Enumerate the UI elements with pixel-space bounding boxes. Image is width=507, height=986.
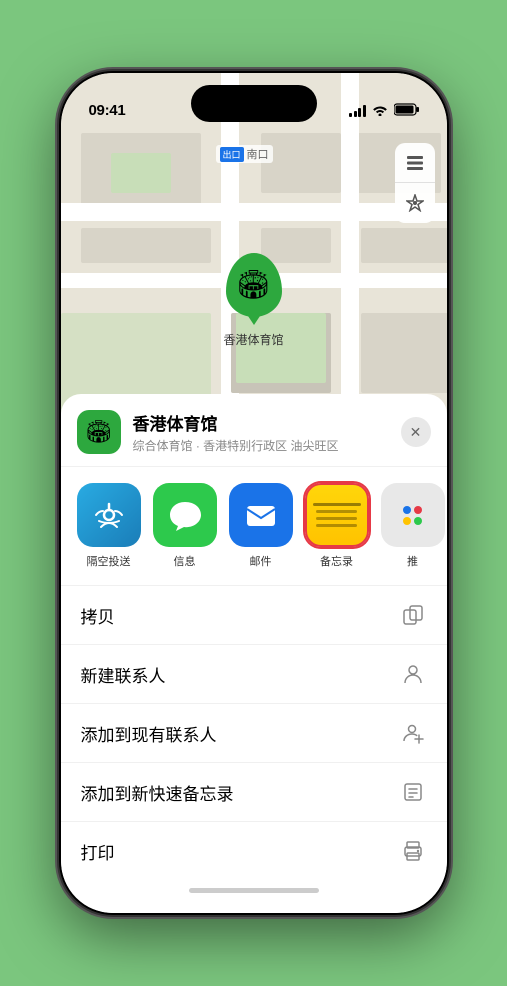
note-icon [399,778,427,806]
share-item-more[interactable]: 推 [381,483,445,569]
more-dots [403,506,422,525]
bottom-sheet: 🏟 香港体育馆 综合体育馆 · 香港特别行政区 油尖旺区 ✕ [61,394,447,913]
signal-icon [349,105,366,117]
action-new-contact[interactable]: 新建联系人 [61,645,447,704]
close-button[interactable]: ✕ [401,417,431,447]
screen: 09:41 [61,73,447,913]
phone-frame: 09:41 [59,71,449,915]
action-new-contact-label: 新建联系人 [81,662,166,687]
action-copy[interactable]: 拷贝 [61,586,447,645]
venue-stadium-icon: 🏟 [85,419,113,445]
home-indicator-area [61,880,447,913]
map-layer-button[interactable] [395,143,435,183]
person-add-icon [399,719,427,747]
airdrop-icon[interactable] [77,483,141,547]
map-controls[interactable] [395,143,435,223]
action-copy-label: 拷贝 [81,603,115,628]
map-location-button[interactable] [395,183,435,223]
airdrop-label: 隔空投送 [87,553,131,569]
dynamic-island [191,85,317,122]
print-icon [399,837,427,865]
venue-pin: 🏟 香港体育馆 [223,253,283,348]
messages-icon[interactable] [153,483,217,547]
pin-stadium-icon: 🏟 [236,271,272,299]
action-print-label: 打印 [81,839,115,864]
venue-header: 🏟 香港体育馆 综合体育馆 · 香港特别行政区 油尖旺区 ✕ [61,394,447,467]
share-row: 隔空投送 信息 [61,467,447,586]
venue-name: 香港体育馆 [133,410,401,435]
notes-label: 备忘录 [320,553,353,569]
more-icon[interactable] [381,483,445,547]
pin-label: 香港体育馆 [223,331,283,348]
map-north-gate-label: 出口 南口 [216,145,273,163]
share-item-mail[interactable]: 邮件 [229,483,293,569]
venue-icon: 🏟 [77,410,121,454]
mail-icon[interactable] [229,483,293,547]
copy-icon [399,601,427,629]
pin-icon: 🏟 [225,253,281,317]
home-indicator [189,888,319,893]
action-add-quick-note-label: 添加到新快速备忘录 [81,780,234,805]
person-icon [399,660,427,688]
venue-subtitle: 综合体育馆 · 香港特别行政区 油尖旺区 [133,437,401,454]
wifi-icon [372,103,388,119]
share-item-airdrop[interactable]: 隔空投送 [77,483,141,569]
battery-icon [394,103,419,119]
share-item-notes[interactable]: 备忘录 [305,483,369,569]
share-item-messages[interactable]: 信息 [153,483,217,569]
messages-label: 信息 [174,553,196,569]
status-time: 09:41 [89,102,126,119]
venue-info: 香港体育馆 综合体育馆 · 香港特别行政区 油尖旺区 [133,410,401,454]
action-add-existing-label: 添加到现有联系人 [81,721,217,746]
mail-label: 邮件 [250,553,272,569]
status-icons [349,103,419,119]
action-add-existing[interactable]: 添加到现有联系人 [61,704,447,763]
notes-icon[interactable] [305,483,369,547]
action-print[interactable]: 打印 [61,822,447,880]
more-label: 推 [407,553,418,569]
action-list: 拷贝 新建联系人 添加到现有联系人 [61,586,447,880]
action-add-quick-note[interactable]: 添加到新快速备忘录 [61,763,447,822]
